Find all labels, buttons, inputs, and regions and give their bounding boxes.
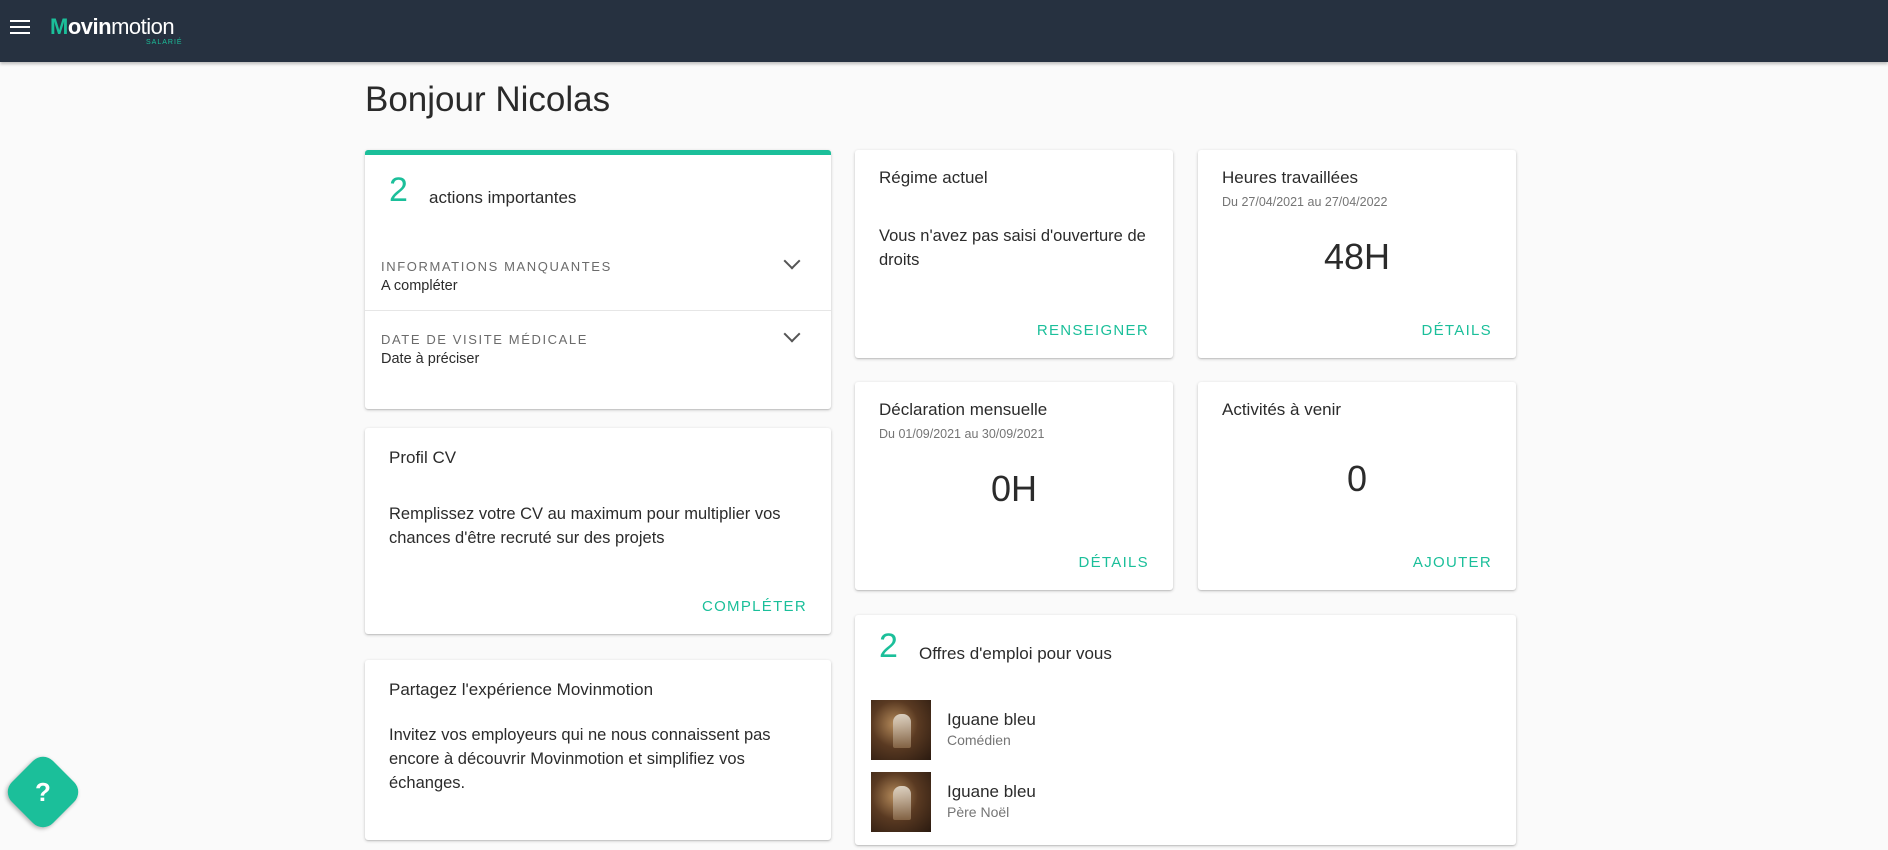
job-role: Comédien [947, 732, 1011, 748]
heures-card: Heures travaillées Du 27/04/2021 au 27/0… [1198, 150, 1516, 358]
regime-text: Vous n'avez pas saisi d'ouverture de dro… [879, 227, 1146, 269]
regime-title: Régime actuel [879, 168, 988, 187]
regime-card: Régime actuel Vous n'avez pas saisi d'ou… [855, 150, 1173, 358]
job-title: Iguane bleu [947, 782, 1036, 801]
heures-value: 48H [1323, 236, 1391, 277]
job-thumbnail [871, 772, 931, 832]
actions-count: 2 [389, 171, 408, 209]
actions-card: 2 actions importantes INFORMATIONS MANQU… [365, 150, 831, 409]
profil-cv-title: Profil CV [389, 448, 457, 467]
job-thumbnail [871, 700, 931, 760]
activites-title: Activités à venir [1222, 400, 1342, 419]
offres-count: 2 [879, 627, 898, 665]
heures-title: Heures travaillées [1222, 168, 1359, 187]
ajouter-button[interactable]: AJOUTER [1413, 554, 1492, 571]
activites-card: Activités à venir 0 AJOUTER [1198, 382, 1516, 590]
page-title: Bonjour Nicolas [365, 80, 611, 119]
declaration-details-button[interactable]: DÉTAILS [1078, 554, 1149, 571]
renseigner-button[interactable]: RENSEIGNER [1037, 322, 1149, 339]
job-role: Père Noël [947, 804, 1010, 820]
declaration-title: Déclaration mensuelle [879, 400, 1048, 419]
declaration-card: Déclaration mensuelle Du 01/09/2021 au 3… [855, 382, 1173, 590]
heures-period: Du 27/04/2021 au 27/04/2022 [1222, 195, 1388, 209]
top-app-bar: Movinmotion SALARIÉ [0, 0, 1888, 62]
actions-label: actions importantes [429, 188, 577, 207]
activites-value: 0 [1346, 458, 1368, 499]
job-title: Iguane bleu [947, 710, 1036, 729]
offres-label: Offres d'emploi pour vous [919, 644, 1112, 663]
menu-icon[interactable] [10, 20, 30, 36]
completer-button[interactable]: COMPLÉTER [702, 598, 807, 615]
heures-details-button[interactable]: DÉTAILS [1421, 322, 1492, 339]
help-button[interactable]: ? [1, 750, 85, 834]
help-icon: ? [35, 777, 51, 807]
profil-cv-card: Profil CV Remplissez votre CV au maximum… [365, 428, 831, 634]
partage-card: Partagez l'expérience Movinmotion Invite… [365, 660, 831, 840]
chevron-down-icon[interactable] [783, 252, 801, 270]
declaration-value: 0H [990, 468, 1038, 509]
partage-title: Partagez l'expérience Movinmotion [389, 680, 654, 699]
offres-card: 2 Offres d'emploi pour vous Iguane bleu … [855, 615, 1516, 845]
chevron-down-icon[interactable] [783, 325, 801, 343]
declaration-period: Du 01/09/2021 au 30/09/2021 [879, 427, 1045, 441]
partage-text: Invitez vos employeurs qui ne nous conna… [389, 726, 771, 792]
movinmotion-logo[interactable]: Movinmotion SALARIÉ [50, 14, 182, 46]
profil-cv-text: Remplissez votre CV au maximum pour mult… [389, 505, 781, 547]
divider [365, 310, 831, 311]
